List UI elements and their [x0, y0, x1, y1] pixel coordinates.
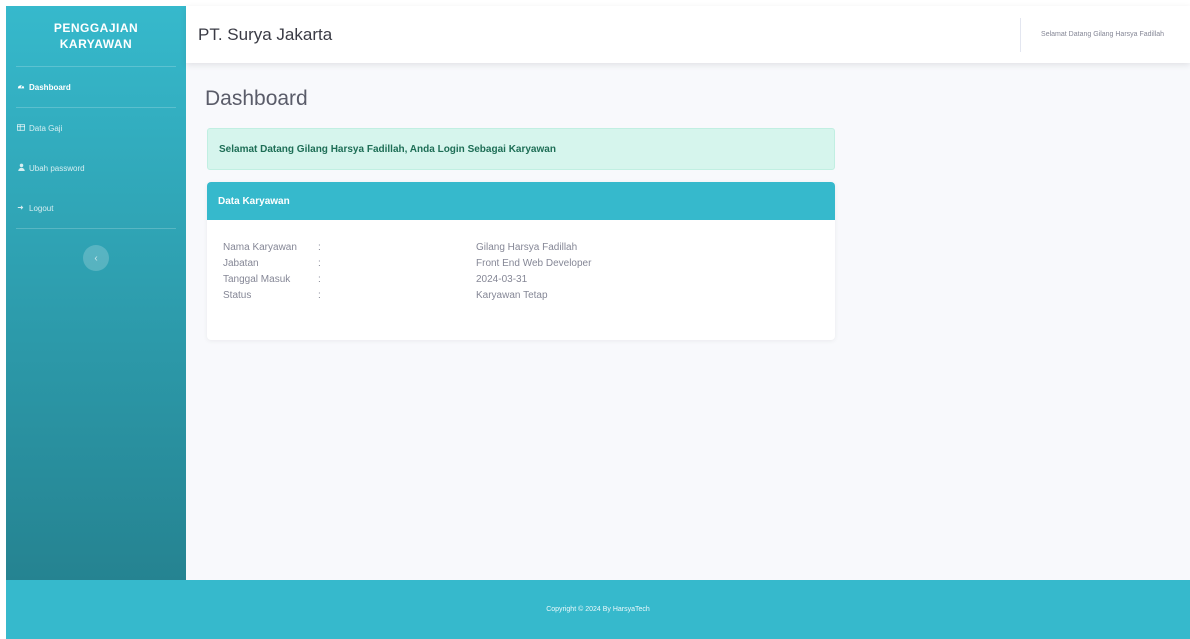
- topbar: PT. Surya Jakarta Selamat Datang Gilang …: [186, 6, 1190, 63]
- info-label: Status: [223, 290, 252, 301]
- sidebar-toggle-button[interactable]: ‹: [83, 245, 109, 271]
- employee-card: Data Karyawan Nama Karyawan : Gilang Har…: [207, 182, 835, 340]
- sidebar-item-ubah-password[interactable]: Ubah password: [6, 148, 186, 188]
- info-colon: :: [318, 290, 321, 301]
- info-value: Front End Web Developer: [476, 258, 592, 269]
- info-value: 2024-03-31: [476, 274, 528, 285]
- sidebar-item-label: Dashboard: [29, 82, 71, 92]
- topbar-divider: [1020, 17, 1022, 52]
- sidebar-item-dashboard[interactable]: Dashboard: [6, 67, 186, 107]
- page-title: Dashboard: [205, 87, 308, 110]
- tachometer-icon: [16, 82, 26, 92]
- table-icon: [16, 123, 26, 133]
- brand-line-1: PENGGAJIAN: [53, 21, 139, 35]
- main-content: Dashboard Selamat Datang Gilang Harsya F…: [186, 63, 1190, 580]
- user-icon: [16, 163, 26, 173]
- sidebar-item-logout[interactable]: Logout: [6, 188, 186, 228]
- user-welcome-link[interactable]: Selamat Datang Gilang Harsya Fadillah: [1041, 31, 1164, 38]
- info-row-tanggal-masuk: Tanggal Masuk : 2024-03-31: [223, 272, 835, 288]
- topbar-right: Selamat Datang Gilang Harsya Fadillah: [1020, 6, 1164, 63]
- footer: Copyright © 2024 By HarsyaTech: [6, 580, 1190, 639]
- info-label: Jabatan: [223, 258, 259, 269]
- sidebar-item-data-gaji[interactable]: Data Gaji: [6, 108, 186, 148]
- info-row-nama: Nama Karyawan : Gilang Harsya Fadillah: [223, 240, 835, 256]
- info-value: Karyawan Tetap: [476, 290, 548, 301]
- sidebar: PENGGAJIAN KARYAWAN Dashboard Data Gaji …: [6, 6, 186, 580]
- sidebar-item-label: Data Gaji: [29, 123, 63, 133]
- app-frame: PENGGAJIAN KARYAWAN Dashboard Data Gaji …: [6, 6, 1190, 639]
- logout-icon: [16, 204, 26, 213]
- chevron-left-icon: ‹: [94, 252, 98, 264]
- sidebar-divider: [16, 228, 176, 229]
- info-label: Nama Karyawan: [223, 242, 297, 253]
- info-row-status: Status : Karyawan Tetap: [223, 288, 835, 304]
- welcome-alert-text: Selamat Datang Gilang Harsya Fadillah, A…: [219, 143, 556, 155]
- company-name: PT. Surya Jakarta: [198, 24, 333, 44]
- info-label: Tanggal Masuk: [223, 274, 291, 285]
- info-colon: :: [318, 242, 321, 253]
- employee-card-header: Data Karyawan: [207, 182, 835, 220]
- copyright-text: Copyright © 2024 By HarsyaTech: [546, 606, 650, 613]
- sidebar-item-label: Logout: [29, 203, 54, 213]
- info-row-jabatan: Jabatan : Front End Web Developer: [223, 256, 835, 272]
- info-colon: :: [318, 274, 321, 285]
- info-value: Gilang Harsya Fadillah: [476, 242, 578, 253]
- employee-info: Nama Karyawan : Gilang Harsya Fadillah J…: [207, 220, 835, 304]
- sidebar-brand[interactable]: PENGGAJIAN KARYAWAN: [6, 6, 186, 66]
- sidebar-item-label: Ubah password: [29, 163, 85, 173]
- welcome-alert: Selamat Datang Gilang Harsya Fadillah, A…: [207, 128, 835, 170]
- info-colon: :: [318, 258, 321, 269]
- brand-line-2: KARYAWAN: [59, 37, 133, 51]
